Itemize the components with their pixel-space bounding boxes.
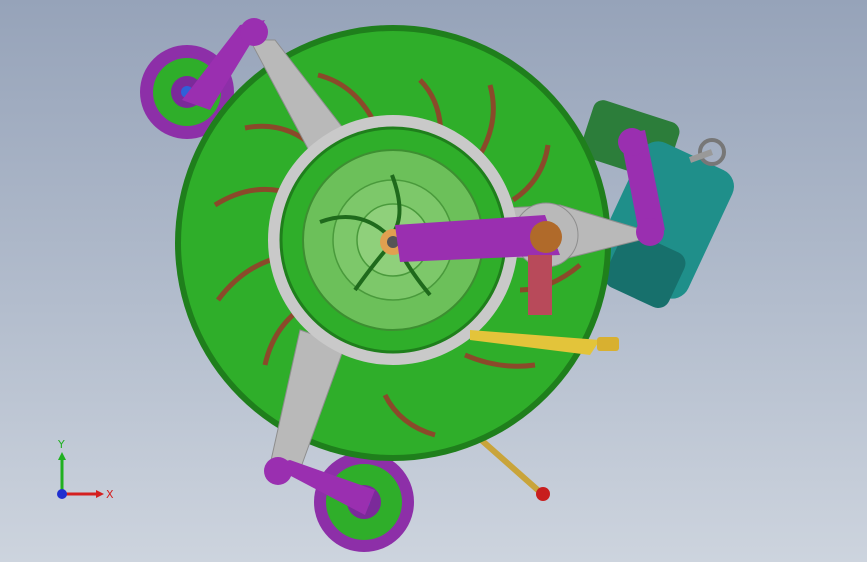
- y-axis-label: Y: [57, 438, 65, 451]
- cad-viewport[interactable]: Y X: [0, 0, 867, 562]
- orientation-triad[interactable]: Y X: [40, 436, 120, 516]
- y-axis-arrow-icon: [58, 452, 66, 460]
- crank-pin: [530, 221, 562, 253]
- z-axis: [57, 489, 67, 499]
- x-axis-arrow-icon: [96, 490, 104, 498]
- assembly-model[interactable]: [0, 0, 867, 562]
- x-axis-label: X: [106, 488, 114, 501]
